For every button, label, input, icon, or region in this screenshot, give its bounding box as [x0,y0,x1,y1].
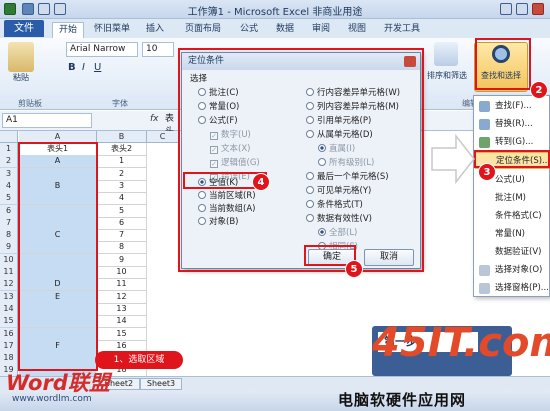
tab-home[interactable]: 开始 [52,22,84,38]
row-header[interactable]: 6 [0,204,18,218]
wordlm-url: www.wordlm.com [12,394,92,404]
column-header-b[interactable]: B [97,131,147,143]
title-bar: 工作簿1 - Microsoft Excel 非商业用途 [0,0,550,19]
cell-b[interactable]: 8 [97,241,147,255]
tab-classic-menu[interactable]: 怀旧菜单 [88,22,136,38]
cell-b[interactable]: 14 [97,315,147,329]
row-header[interactable]: 13 [0,290,18,304]
row-header[interactable]: 15 [0,315,18,329]
cell-b[interactable]: 2 [97,167,147,181]
row-header[interactable]: 14 [0,302,18,316]
row-header[interactable]: 7 [0,216,18,230]
menu-item-goto[interactable]: 转到(G)... [475,134,549,151]
select-all-corner[interactable] [0,131,18,143]
pointer-icon [479,265,490,276]
bold-icon[interactable]: B [68,62,76,73]
find-select-highlight-box [475,38,531,90]
tab-developer[interactable]: 开发工具 [378,22,426,38]
sort-filter-button[interactable]: 排序和筛选 [420,70,474,81]
row-header[interactable]: 3 [0,167,18,181]
tab-data[interactable]: 数据 [270,22,300,38]
menu-item-select-objects[interactable]: 选择对象(O) [475,262,549,279]
row-header[interactable]: 12 [0,278,18,292]
cell-b[interactable]: 9 [97,253,147,267]
font-name-combo[interactable]: Arial Narrow [66,42,138,57]
cell-b[interactable]: 4 [97,192,147,206]
row-header[interactable]: 17 [0,339,18,353]
sheet-tab-sheet3[interactable]: Sheet3 [140,378,182,390]
paste-icon[interactable] [8,42,34,72]
paste-button[interactable]: 粘贴 [6,72,36,83]
step2-badge: 2 [530,81,548,99]
tab-formulas[interactable]: 公式 [234,22,264,38]
row-header[interactable]: 2 [0,155,18,169]
row-header[interactable]: 11 [0,266,18,279]
row-header[interactable]: 8 [0,229,18,243]
cell-b[interactable]: 15 [97,327,147,341]
pane-icon [479,283,490,294]
italic-icon[interactable]: I [82,62,85,73]
tab-file[interactable]: 文件 [4,20,44,37]
tab-review[interactable]: 审阅 [306,22,336,38]
cell-b[interactable]: 7 [97,229,147,243]
goto-arrow-icon [479,137,490,148]
tab-insert[interactable]: 插入 [140,22,170,38]
site-name: 电脑软硬件应用网 [338,391,467,409]
menu-item-selection-pane[interactable]: 选择窗格(P)... [475,280,549,297]
cell-b[interactable]: 11 [97,278,147,292]
fx-icon: fx [150,114,159,124]
cell-b[interactable]: 3 [97,179,147,193]
menu-item-comments[interactable]: 批注(M) [475,190,549,207]
group-label-font: 字体 [112,99,128,108]
cell-b[interactable]: 6 [97,216,147,230]
cell-b[interactable]: 12 [97,290,147,304]
dialog-highlight-box [178,48,424,272]
tab-view[interactable]: 视图 [342,22,372,38]
replace-icon [479,119,490,130]
maximize-icon[interactable] [516,3,528,15]
row-header[interactable]: 4 [0,179,18,193]
column-header-c[interactable]: C [147,131,179,143]
cell-b[interactable]: 13 [97,302,147,316]
row-header[interactable]: 16 [0,327,18,341]
selection-highlight-box [18,142,98,371]
menu-item-conditional-formatting[interactable]: 条件格式(C) [475,208,549,225]
cell-b[interactable]: 表头2 [97,143,147,156]
row-header[interactable]: 5 [0,192,18,206]
row-header[interactable]: 10 [0,253,18,267]
find-select-menu: 查找(F)... 替换(R)... 转到(G)... 定位条件(S)... 公式… [473,95,550,297]
menu-item-constants[interactable]: 常量(N) [475,226,549,243]
minimize-icon[interactable] [500,3,512,15]
wordlm-logo: Word联盟 [6,371,110,395]
row-header[interactable]: 1 [0,143,18,156]
sort-filter-icon[interactable] [434,42,458,66]
site-logo: 45IT.com [372,320,550,366]
menu-item-data-validation[interactable]: 数据验证(V) [475,244,549,261]
group-label-clipboard: 剪贴板 [18,99,42,108]
tab-page-layout[interactable]: 页面布局 [178,22,228,38]
font-size-combo[interactable]: 10 [142,42,174,57]
menu-item-find[interactable]: 查找(F)... [475,98,549,115]
arrow-icon [431,134,475,184]
row-header[interactable]: 9 [0,241,18,255]
find-icon [479,101,490,112]
row-header[interactable]: 18 [0,352,18,366]
menu-item-replace[interactable]: 替换(R)... [475,116,549,133]
cell-b[interactable]: 1 [97,155,147,169]
step3-badge: 3 [478,163,496,181]
step5-badge: 5 [345,260,363,278]
underline-icon[interactable]: U [94,62,101,73]
name-box[interactable]: A1 [2,113,92,128]
window-title: 工作簿1 - Microsoft Excel 非商业用途 [187,7,363,18]
close-icon[interactable] [532,3,544,15]
cell-b[interactable]: 10 [97,266,147,279]
step4-badge: 4 [252,173,270,191]
cell-b[interactable]: 5 [97,204,147,218]
